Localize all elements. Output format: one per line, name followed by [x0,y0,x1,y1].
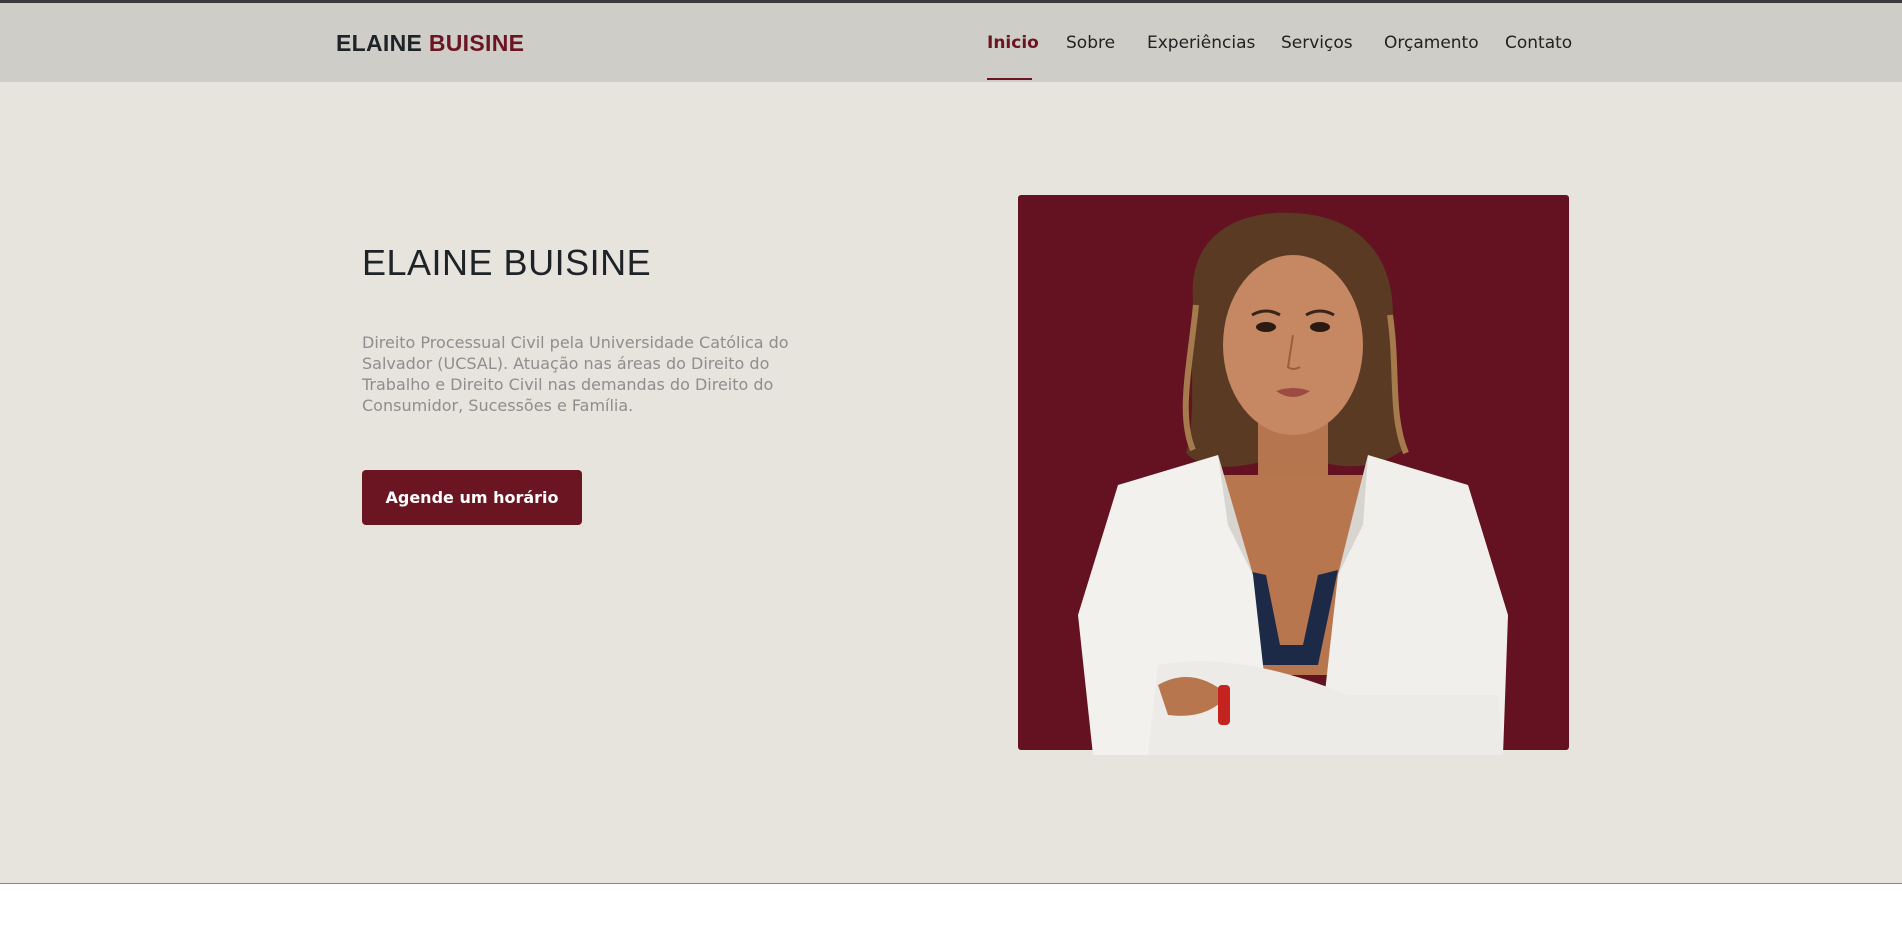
schedule-button[interactable]: Agende um horário [362,470,582,525]
nav-link-inicio[interactable]: Inicio [987,33,1039,53]
hero-section: ELAINE BUISINE Direito Processual Civil … [0,82,1902,883]
hero-description: Direito Processual Civil pela Universida… [362,333,789,415]
nav-link-servicos[interactable]: Serviços [1281,33,1353,53]
nav-link-experiencias[interactable]: Experiências [1147,33,1255,53]
nav-link-sobre[interactable]: Sobre [1066,33,1115,53]
nav-active-underline [987,78,1032,80]
main-nav: Inicio Sobre Experiências Serviços Orçam… [0,33,1902,80]
hero-title: ELAINE BUISINE [362,242,652,283]
portrait-photo [1078,212,1508,755]
nav-link-contato[interactable]: Contato [1505,33,1572,53]
hero-bottom-border [0,883,1902,884]
nav-link-orcamento[interactable]: Orçamento [1384,33,1479,53]
navbar: ELAINE BUISINE Inicio Sobre Experiências… [0,3,1902,82]
portrait-frame [1018,195,1569,755]
